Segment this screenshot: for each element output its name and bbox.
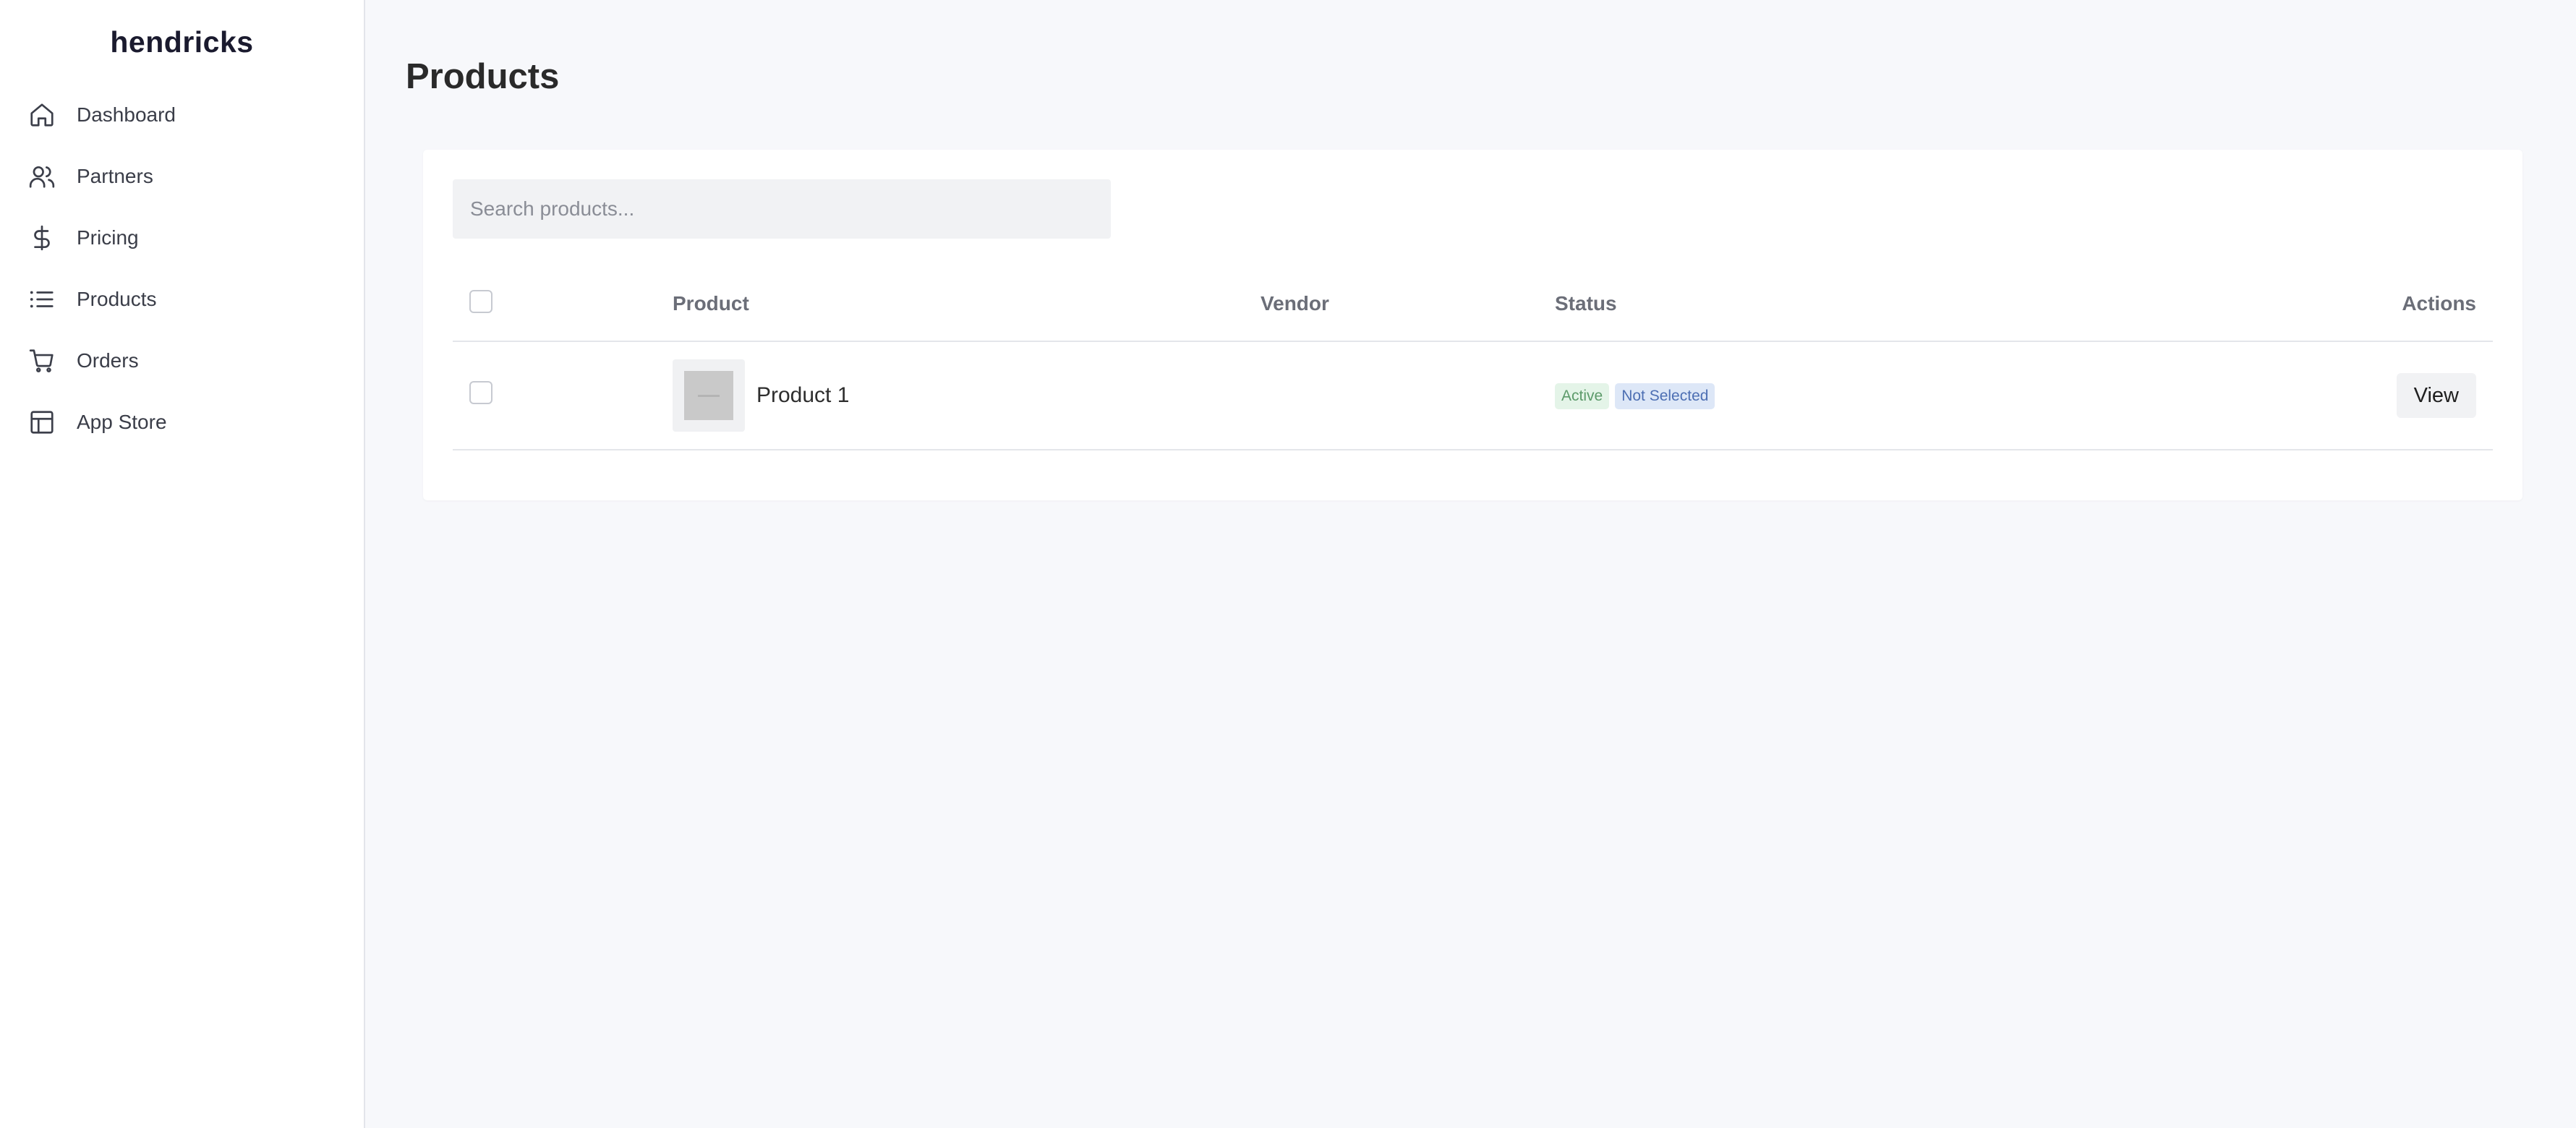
dollar-icon [27, 223, 56, 252]
status-cell: Active Not Selected [1555, 341, 2104, 450]
column-header-vendor[interactable]: Vendor [1261, 267, 1555, 342]
sidebar-item-partners[interactable]: Partners [0, 145, 364, 207]
sidebar-item-products[interactable]: Products [0, 268, 364, 330]
list-icon [27, 285, 56, 314]
sidebar-item-app-store[interactable]: App Store [0, 391, 364, 453]
products-card: Product Vendor Status Actions [423, 150, 2522, 500]
products-table: Product Vendor Status Actions Product 1 … [453, 267, 2493, 450]
users-icon [27, 162, 56, 191]
table-row: Product 1 Active Not Selected View [453, 341, 2493, 450]
sidebar-item-label: Products [77, 287, 157, 310]
column-header-status[interactable]: Status [1555, 267, 2104, 342]
sidebar-item-pricing[interactable]: Pricing [0, 207, 364, 268]
status-badge-active: Active [1555, 383, 1610, 409]
image-placeholder-icon [684, 371, 733, 420]
product-name[interactable]: Product 1 [756, 383, 849, 408]
column-header-product[interactable]: Product [673, 267, 1261, 342]
sidebar-nav: Dashboard Partners Pricing Products Orde… [0, 84, 364, 453]
app-root: hendricks Dashboard Partners Pricing Pro… [0, 0, 2576, 1128]
home-icon [27, 101, 56, 129]
sidebar-item-label: Orders [77, 349, 139, 372]
vendor-cell [1261, 341, 1555, 450]
table-header-row: Product Vendor Status Actions [453, 267, 2493, 342]
product-thumbnail [673, 359, 745, 432]
select-all-cell [453, 267, 673, 342]
sidebar-item-orders[interactable]: Orders [0, 330, 364, 391]
status-badge-not-selected: Not Selected [1615, 383, 1715, 409]
sidebar-item-label: Dashboard [77, 103, 176, 126]
cart-icon [27, 346, 56, 375]
product-info: Product 1 [673, 359, 1261, 432]
sidebar-item-dashboard[interactable]: Dashboard [0, 84, 364, 145]
actions-cell: View [2104, 341, 2493, 450]
column-header-actions: Actions [2104, 267, 2493, 342]
sidebar-item-label: App Store [77, 410, 167, 433]
select-all-checkbox[interactable] [469, 289, 492, 313]
brand-logo: hendricks [110, 25, 254, 59]
sidebar-item-label: Pricing [77, 226, 139, 249]
product-cell: Product 1 [673, 341, 1261, 450]
main-content: Products Product Vendor Status Actions [365, 0, 2576, 1128]
sidebar-item-label: Partners [77, 164, 153, 187]
layout-icon [27, 408, 56, 437]
row-select-cell [453, 341, 673, 450]
row-checkbox[interactable] [469, 381, 492, 404]
page-title: Products [406, 57, 560, 96]
view-button[interactable]: View [2396, 373, 2476, 418]
search-input[interactable] [453, 179, 1111, 239]
sidebar: hendricks Dashboard Partners Pricing Pro… [0, 0, 365, 1128]
